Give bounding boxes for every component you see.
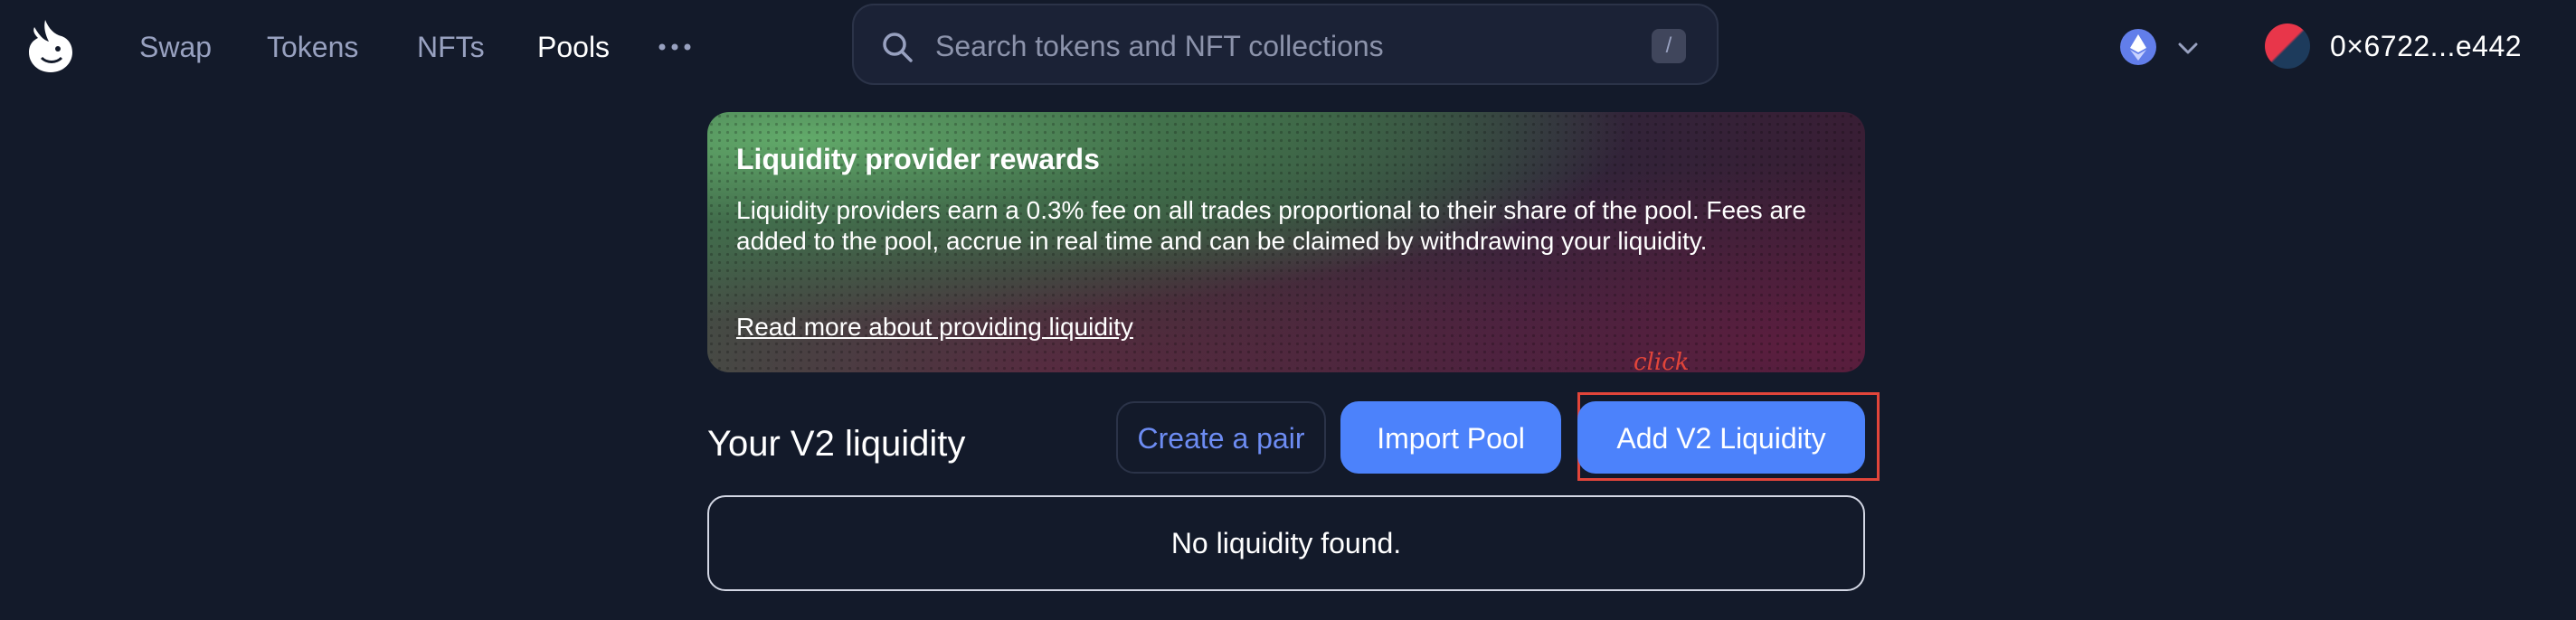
search-input[interactable] — [933, 22, 1570, 70]
nav-nfts[interactable]: NFTs — [417, 29, 485, 65]
top-nav: Swap Tokens NFTs Pools / 0×6722...e442 — [0, 0, 2576, 94]
empty-liquidity-message: No liquidity found. — [707, 495, 1865, 591]
banner-title: Liquidity provider rewards — [736, 143, 1100, 175]
v2-liquidity-title: Your V2 liquidity — [707, 424, 966, 464]
ellipsis-icon[interactable] — [657, 31, 693, 63]
banner-body: Liquidity providers earn a 0.3% fee on a… — [736, 196, 1806, 255]
chevron-down-icon — [2178, 42, 2198, 54]
wallet-address: 0×6722...e442 — [2330, 30, 2523, 62]
nav-pools[interactable]: Pools — [537, 29, 610, 65]
nav-tokens[interactable]: Tokens — [267, 29, 358, 65]
search-icon — [883, 33, 913, 62]
avatar — [2265, 23, 2310, 69]
click-annotation-label: click — [1634, 349, 1690, 376]
network-selector[interactable] — [2120, 27, 2211, 67]
ethereum-icon — [2120, 29, 2156, 65]
wallet-button[interactable]: 0×6722...e442 — [2258, 16, 2552, 76]
liquidity-rewards-banner: Liquidity provider rewards Liquidity pro… — [707, 112, 1865, 372]
import-pool-button[interactable]: Import Pool — [1340, 401, 1561, 474]
nav-swap[interactable]: Swap — [139, 29, 212, 65]
add-v2-liquidity-button[interactable]: Add V2 Liquidity — [1577, 401, 1865, 474]
search-bar[interactable]: / — [852, 4, 1719, 85]
read-more-link[interactable]: Read more about providing liquidity — [736, 311, 1133, 343]
create-pair-button[interactable]: Create a pair — [1116, 401, 1326, 474]
uniswap-logo-icon[interactable] — [22, 18, 78, 76]
search-shortcut-badge: / — [1652, 29, 1686, 63]
